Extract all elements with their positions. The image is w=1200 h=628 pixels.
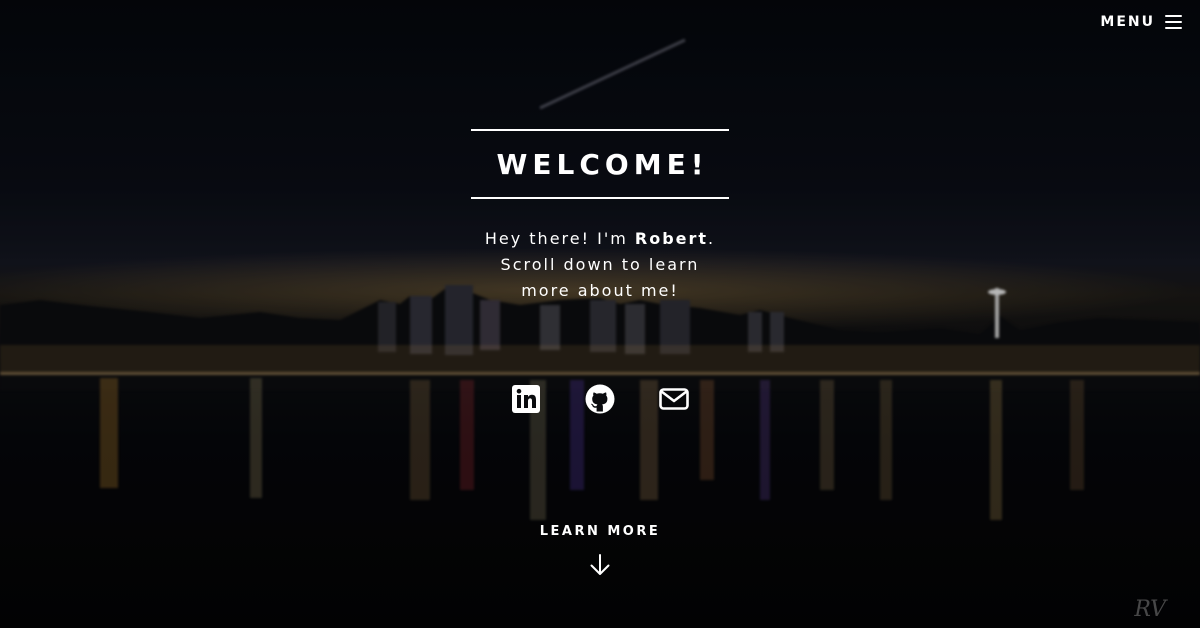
mail-icon[interactable] [658,383,690,415]
intro-prefix: Hey there! I'm [484,229,635,248]
linkedin-icon[interactable] [510,383,542,415]
github-link[interactable] [584,383,616,415]
menu-button[interactable]: MENU [1100,14,1182,30]
signature-logo: RV [1134,597,1166,622]
intro-line-3: more about me! [521,281,679,300]
menu-label: MENU [1100,14,1155,30]
learn-more-button[interactable]: LEARN MORE [0,524,1200,577]
linkedin-link[interactable] [510,383,542,415]
social-links [0,383,1200,415]
learn-more-label: LEARN MORE [539,524,661,539]
welcome-banner: WELCOME! [471,129,729,199]
email-link[interactable] [658,383,690,415]
intro-line-2: Scroll down to learn [500,255,700,274]
hero-section: MENU WELCOME! Hey there! I'm Robert. Scr… [0,0,1200,628]
intro-name: Robert [634,229,709,248]
intro-line-1: Hey there! I'm Robert. [400,226,800,252]
github-icon[interactable] [584,383,616,415]
page-title: WELCOME! [496,147,709,181]
intro-text: Hey there! I'm Robert. Scroll down to le… [400,226,800,304]
intro-suffix: . [708,229,716,248]
hamburger-icon[interactable] [1165,15,1182,29]
arrow-down-icon[interactable] [589,553,611,577]
